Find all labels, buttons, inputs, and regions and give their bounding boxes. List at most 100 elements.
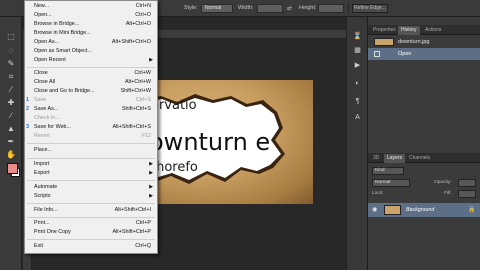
menu-item-browse-in-bridge[interactable]: Browse in Bridge... Alt+Ctrl+O xyxy=(25,20,157,29)
menu-item-open-recent[interactable]: Open Recent ▶ xyxy=(25,56,157,65)
submenu-arrow-icon: ▶ xyxy=(149,170,153,176)
foreground-color-swatch[interactable] xyxy=(7,163,18,174)
tab-actions[interactable]: Actions xyxy=(422,26,444,35)
menu-item-open-as-smart-object[interactable]: Open as Smart Object... xyxy=(25,47,157,56)
doc-text-line-3: thorefo xyxy=(151,160,198,175)
color-panel-icon[interactable]: ◐ xyxy=(352,79,363,89)
submenu-arrow-icon: ▶ xyxy=(149,193,153,199)
crop-tool-icon[interactable]: ⌗ xyxy=(4,71,18,82)
menu-item-export[interactable]: Export ▶ xyxy=(25,169,157,178)
menu-item-automate[interactable]: Automate ▶ xyxy=(25,183,157,192)
fill-field[interactable] xyxy=(458,190,476,198)
style-label: Style: xyxy=(184,5,198,11)
actions-panel-icon[interactable]: ▶ xyxy=(352,61,363,71)
paragraph-panel-icon[interactable]: ¶ xyxy=(352,97,363,107)
menu-item-open[interactable]: Open... Ctrl+O xyxy=(25,11,157,20)
submenu-arrow-icon: ▶ xyxy=(149,57,153,63)
width-field[interactable] xyxy=(257,4,283,13)
brush-tool-icon[interactable]: ∕ xyxy=(4,110,18,121)
lasso-tool-icon[interactable]: ◌ xyxy=(4,45,18,56)
menu-separator xyxy=(27,203,155,204)
menu-item-open-as[interactable]: Open As... Alt+Shift+Ctrl+O xyxy=(25,38,157,47)
menu-item-check-in[interactable]: Check In... xyxy=(25,114,157,123)
character-panel-icon[interactable]: A xyxy=(352,113,363,123)
menu-item-browse-in-mini-bridge[interactable]: Browse in Mini Bridge... xyxy=(25,29,157,38)
menu-separator xyxy=(27,67,155,68)
layer-thumbnail xyxy=(384,205,401,215)
layer-filter-select[interactable]: Kind xyxy=(372,167,404,175)
opacity-label: Opacity: xyxy=(434,180,452,185)
layer-background[interactable]: ◉ Background 🔒 xyxy=(368,203,480,217)
state-icon xyxy=(374,51,380,57)
swap-icon[interactable]: ⇄ xyxy=(287,5,292,12)
fill-label: Fill: xyxy=(444,191,452,196)
eyedropper-tool-icon[interactable]: ⁄ xyxy=(4,84,18,95)
layers-tabs: 3D Layers Channels xyxy=(368,153,480,163)
blend-mode-value: Normal xyxy=(375,180,391,185)
history-snapshot[interactable]: downturn.jpg xyxy=(368,36,480,48)
menu-item-exit[interactable]: Exit Ctrl+Q xyxy=(25,242,157,251)
marquee-tool-icon[interactable]: ⬚ xyxy=(4,31,18,42)
style-select[interactable]: Normal xyxy=(201,4,233,13)
step-mark-1: 1 xyxy=(26,97,29,103)
tab-3d[interactable]: 3D xyxy=(370,154,382,163)
tab-channels[interactable]: Channels xyxy=(406,154,433,163)
visibility-eye-icon[interactable]: ◉ xyxy=(372,206,377,213)
menu-item-print[interactable]: Print... Ctrl+P xyxy=(25,219,157,228)
menu-item-scripts[interactable]: Scripts ▶ xyxy=(25,192,157,201)
document-image: orvatio ownturn e thorefo xyxy=(143,80,313,204)
menu-item-save-for-web[interactable]: 3 Save for Web... Alt+Shift+Ctrl+S xyxy=(25,123,157,132)
history-tabs: Properties History Actions xyxy=(368,25,480,35)
menu-item-print-one-copy[interactable]: Print One Copy Alt+Shift+Ctrl+P xyxy=(25,228,157,237)
height-label: Height: xyxy=(299,5,317,11)
panel-icon-strip: ⌛ ▦ ▶ ◐ ¶ A xyxy=(346,17,367,270)
snapshot-name: downturn.jpg xyxy=(398,39,430,45)
menu-separator xyxy=(27,180,155,181)
refine-edge-button[interactable]: Refine Edge... xyxy=(352,4,388,13)
properties-panel-icon[interactable]: ▦ xyxy=(352,46,363,56)
menu-item-new[interactable]: New... Ctrl+N xyxy=(25,2,157,11)
height-field[interactable] xyxy=(318,4,344,13)
doc-text-line-2: ownturn e xyxy=(149,128,271,156)
history-state-open[interactable]: Open xyxy=(368,48,480,60)
submenu-arrow-icon: ▶ xyxy=(149,184,153,190)
tab-history[interactable]: History xyxy=(398,26,420,35)
filter-kind-value: Kind xyxy=(375,168,385,173)
tools-panel: ⬚ ◌ ✎ ⌗ ⁄ ✚ ∕ ▲ ✒ ✋ xyxy=(0,17,22,270)
separator xyxy=(348,3,349,14)
layer-name: Background xyxy=(406,207,435,213)
menu-item-save-as[interactable]: 2 Save As... Shift+Ctrl+S xyxy=(25,105,157,114)
tab-properties[interactable]: Properties xyxy=(370,26,399,35)
menu-item-place[interactable]: Place... xyxy=(25,146,157,155)
menu-item-close-and-go-to-bridge[interactable]: Close and Go to Bridge... Shift+Ctrl+W xyxy=(25,87,157,96)
step-mark-3: 3 xyxy=(26,124,29,130)
menu-separator xyxy=(27,158,155,159)
history-panel-icon[interactable]: ⌛ xyxy=(352,32,363,42)
menu-item-close[interactable]: Close Ctrl+W xyxy=(25,69,157,78)
clone-stamp-tool-icon[interactable]: ▲ xyxy=(4,123,18,134)
pen-tool-icon[interactable]: ✒ xyxy=(4,136,18,147)
healing-tool-icon[interactable]: ✚ xyxy=(4,97,18,108)
tab-layers[interactable]: Layers xyxy=(384,154,406,163)
submenu-arrow-icon: ▶ xyxy=(149,161,153,167)
menu-separator xyxy=(27,239,155,240)
menu-item-save[interactable]: 1 Save Ctrl+S xyxy=(25,96,157,105)
blend-mode-select[interactable]: Normal xyxy=(372,179,410,187)
step-mark-2: 2 xyxy=(26,106,29,112)
width-label: Width: xyxy=(238,5,254,11)
quick-select-tool-icon[interactable]: ✎ xyxy=(4,58,18,69)
file-menu: New... Ctrl+N Open... Ctrl+O Browse in Bri… xyxy=(24,0,158,254)
lock-label: Lock: xyxy=(372,191,384,196)
menu-item-close-all[interactable]: Close All Alt+Ctrl+W xyxy=(25,78,157,87)
menu-item-revert[interactable]: Revert F12 xyxy=(25,132,157,141)
right-panels: Properties History Actions downturn.jpg … xyxy=(367,17,480,270)
history-state-label: Open xyxy=(398,51,412,57)
opacity-field[interactable] xyxy=(458,179,476,187)
menu-separator xyxy=(27,143,155,144)
hand-tool-icon[interactable]: ✋ xyxy=(4,149,18,160)
lock-icon: 🔒 xyxy=(468,207,476,213)
menu-item-import[interactable]: Import ▶ xyxy=(25,160,157,169)
snapshot-thumbnail xyxy=(374,38,394,46)
menu-item-file-info[interactable]: File Info... Alt+Shift+Ctrl+I xyxy=(25,206,157,215)
menu-separator xyxy=(27,217,155,218)
